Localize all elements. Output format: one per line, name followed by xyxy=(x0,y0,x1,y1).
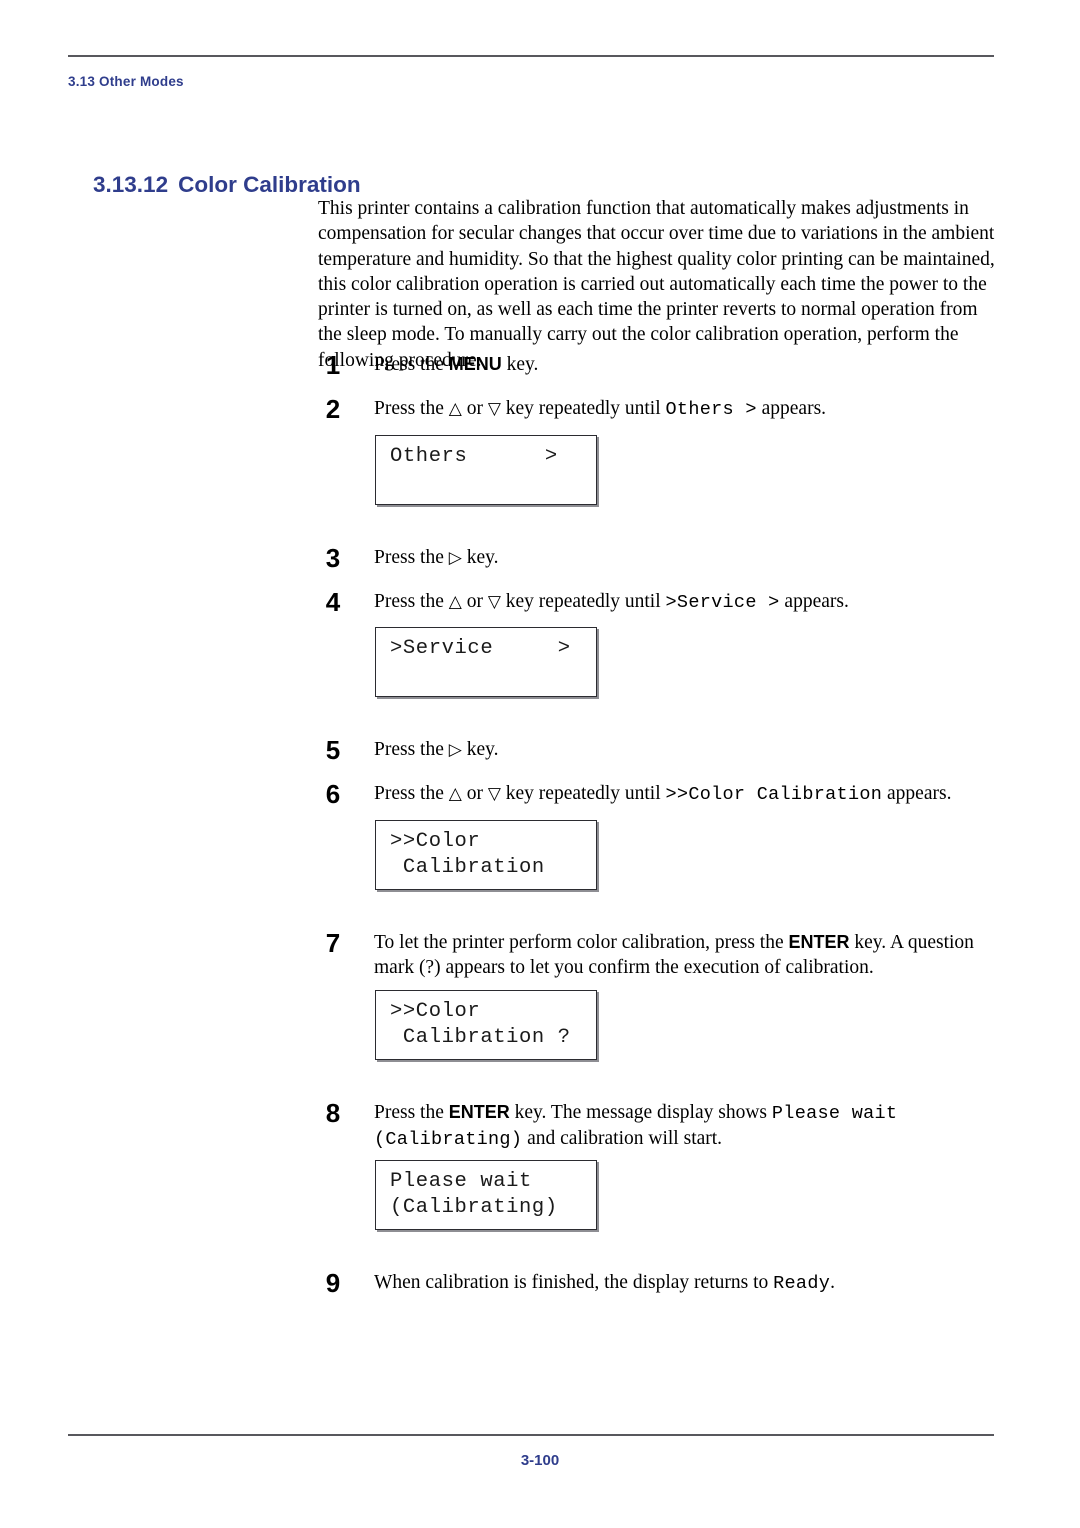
footer-rule xyxy=(68,1434,994,1436)
step-1: 1 Press the MENU key. xyxy=(316,350,1006,380)
key-name-enter: ENTER xyxy=(788,932,850,952)
step-number: 6 xyxy=(325,779,341,809)
section-number: 3.13.12 xyxy=(93,172,169,197)
lcd-panel-service: >Service > xyxy=(375,627,597,697)
step-text: Press the ▷ key. xyxy=(374,547,499,568)
step-text: Press the △ or ▽ key repeatedly until Ot… xyxy=(374,398,827,420)
step-4: 4 Press the △ or ▽ key repeatedly until … xyxy=(316,589,1006,615)
lcd-line-2: Calibration xyxy=(390,856,545,879)
lcd-literal: >Service > xyxy=(665,592,780,613)
section-title-text: Color Calibration xyxy=(178,172,361,197)
lcd-line-2: (Calibrating) xyxy=(390,1196,558,1219)
lcd-line-1: Others > xyxy=(390,445,558,468)
step-6: 6 Press the △ or ▽ key repeatedly until … xyxy=(316,781,1006,807)
manual-page: 3.13 Other Modes 3.13.12 Color Calibratio… xyxy=(0,0,1080,1528)
lcd-literal: Others > xyxy=(665,399,757,420)
arrow-key-icon: △ xyxy=(448,784,462,804)
lcd-line-1: >>Color xyxy=(390,1000,481,1023)
lcd-line-2: Calibration ? xyxy=(390,1026,571,1049)
lcd-literal: (Calibrating) xyxy=(374,1129,523,1150)
step-5: 5 Press the ▷ key. xyxy=(316,735,1006,765)
lcd-panel-others: Others > xyxy=(375,435,597,505)
header-rule xyxy=(68,55,994,57)
step-3: 3 Press the ▷ key. xyxy=(316,543,1006,573)
lcd-literal: Please wait xyxy=(771,1103,898,1124)
intro-text: This printer contains a calibration func… xyxy=(318,198,995,371)
step-8: 8 Press the ENTER key. The message displ… xyxy=(316,1100,1006,1152)
step-text: Press the ▷ key. xyxy=(374,739,499,760)
arrow-key-icon: ▷ xyxy=(448,740,462,760)
step-9: 9 When calibration is finished, the disp… xyxy=(316,1270,1006,1296)
step-number: 3 xyxy=(325,543,341,573)
lcd-literal: Ready xyxy=(773,1273,831,1294)
step-text: Press the △ or ▽ key repeatedly until >>… xyxy=(374,783,952,805)
step-text: Press the ENTER key. The message display… xyxy=(374,1102,898,1150)
arrow-key-icon: ▽ xyxy=(487,592,501,612)
intro-paragraph: This printer contains a calibration func… xyxy=(318,196,998,373)
key-name-menu: MENU xyxy=(448,354,502,374)
page-title: 3.13.12 Color Calibration xyxy=(68,146,361,224)
arrow-key-icon: ▽ xyxy=(487,784,501,804)
lcd-line-1: Please wait xyxy=(390,1170,532,1193)
step-text: Press the △ or ▽ key repeatedly until >S… xyxy=(374,591,849,613)
step-text: To let the printer perform color calibra… xyxy=(374,932,974,978)
step-number: 1 xyxy=(325,350,341,380)
arrow-key-icon: ▽ xyxy=(487,399,501,419)
key-name-enter: ENTER xyxy=(448,1102,510,1122)
step-number: 2 xyxy=(325,394,341,424)
arrow-key-icon: ▷ xyxy=(448,548,462,568)
step-2: 2 Press the △ or ▽ key repeatedly until … xyxy=(316,396,1006,422)
running-head: 3.13 Other Modes xyxy=(68,74,184,89)
arrow-key-icon: △ xyxy=(448,399,462,419)
step-number: 7 xyxy=(325,928,341,958)
lcd-literal: >>Color Calibration xyxy=(665,784,883,805)
lcd-panel-color-calibration-confirm: >>Color Calibration ? xyxy=(375,990,597,1060)
lcd-panel-please-wait: Please wait (Calibrating) xyxy=(375,1160,597,1230)
arrow-key-icon: △ xyxy=(448,592,462,612)
lcd-line-1: >Service > xyxy=(390,637,571,660)
step-text: When calibration is finished, the displa… xyxy=(374,1272,836,1294)
lcd-line-1: >>Color xyxy=(390,830,481,853)
step-number: 8 xyxy=(325,1098,341,1128)
step-7: 7 To let the printer perform color calib… xyxy=(316,930,1006,980)
page-number: 3-100 xyxy=(520,1452,560,1469)
step-text: Press the MENU key. xyxy=(374,354,539,375)
step-number: 4 xyxy=(325,587,341,617)
lcd-panel-color-calibration: >>Color Calibration xyxy=(375,820,597,890)
step-number: 5 xyxy=(325,735,341,765)
step-number: 9 xyxy=(325,1268,341,1298)
